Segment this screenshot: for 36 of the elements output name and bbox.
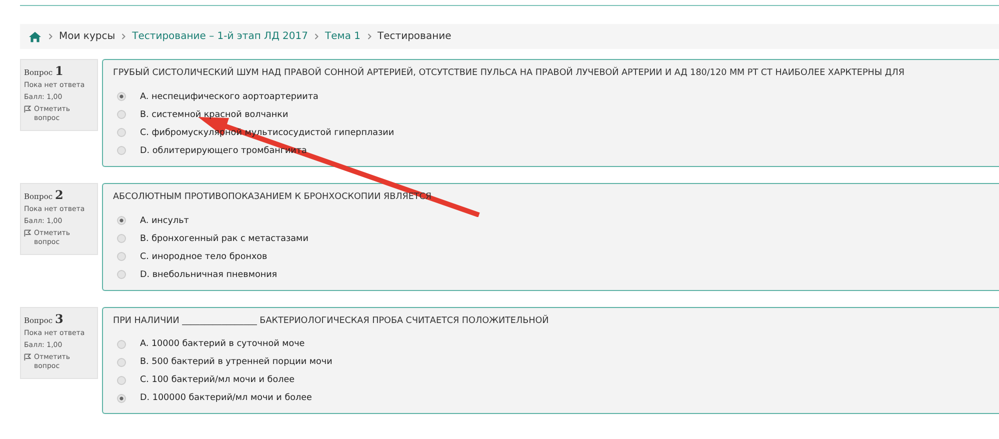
radio-button[interactable] <box>117 234 126 243</box>
answer-option[interactable]: D. 100000 бактерий/мл мочи и более <box>140 393 312 404</box>
answer-option[interactable]: D. внебольничная пневмония <box>140 270 278 280</box>
home-icon[interactable] <box>28 30 42 42</box>
chevron-icon <box>48 33 53 40</box>
flag-icon[interactable] <box>24 105 31 113</box>
chevron-icon <box>314 33 320 40</box>
flag-icon[interactable] <box>24 352 31 360</box>
answer-option[interactable]: A. инсульт <box>140 216 189 226</box>
radio-button[interactable] <box>117 128 126 138</box>
radio-button[interactable] <box>117 146 126 156</box>
radio-button[interactable] <box>117 216 126 225</box>
radio-button[interactable] <box>117 110 126 120</box>
radio-button[interactable] <box>117 252 126 261</box>
chevron-icon <box>366 33 372 40</box>
answer-option[interactable]: B. системной красной волчанки <box>140 110 288 120</box>
breadcrumb-link[interactable]: Тема 1 <box>325 31 360 42</box>
answer-option[interactable]: C. инородное тело бронхов <box>140 252 268 262</box>
radio-button[interactable] <box>117 270 126 279</box>
answer-option[interactable]: B. 500 бактерий в утренней порции мочи <box>140 357 332 368</box>
radio-button[interactable] <box>117 358 126 367</box>
answer-option[interactable]: A. 10000 бактерий в суточной моче <box>140 339 305 350</box>
answer-option[interactable]: B. бронхогенный рак с метастазами <box>140 234 308 244</box>
question-text: ГРУБЫЙ СИСТОЛИЧЕСКИЙ ШУМ НАД ПРАВОЙ СОННОЙ АРТЕРИЕЙ, ОТСУТСТВИЕ ПУЛЬСА НА ПРАВОЙ ЛУЧЕВОЙ АРТЕРИИ И АД 180/120 ММ РТ СТ НАИБОЛЕЕ ХАРКТЕРНЫ ДЛЯ <box>113 67 906 80</box>
answer-option[interactable]: A. неспецифического аортоартериита <box>140 92 318 102</box>
radio-button[interactable] <box>117 394 126 403</box>
flag-icon[interactable] <box>24 228 31 237</box>
question-text: ПРИ НАЛИЧИИ _________________ БАКТЕРИОЛОГИЧЕСКАЯ ПРОБА СЧИТАЕТСЯ ПОЛОЖИТЕЛЬНОЙ <box>113 314 550 328</box>
chevron-icon <box>121 33 126 40</box>
breadcrumb-text: Мои курсы <box>59 31 116 42</box>
radio-button[interactable] <box>117 340 126 349</box>
breadcrumb-link[interactable]: Тестирование – 1-й этап ЛД 2017 <box>132 31 308 42</box>
breadcrumb-text: Тестирование <box>378 31 452 42</box>
answer-option[interactable]: C. 100 бактерий/мл мочи и более <box>140 375 295 386</box>
radio-button[interactable] <box>117 92 126 102</box>
radio-button[interactable] <box>117 376 126 385</box>
